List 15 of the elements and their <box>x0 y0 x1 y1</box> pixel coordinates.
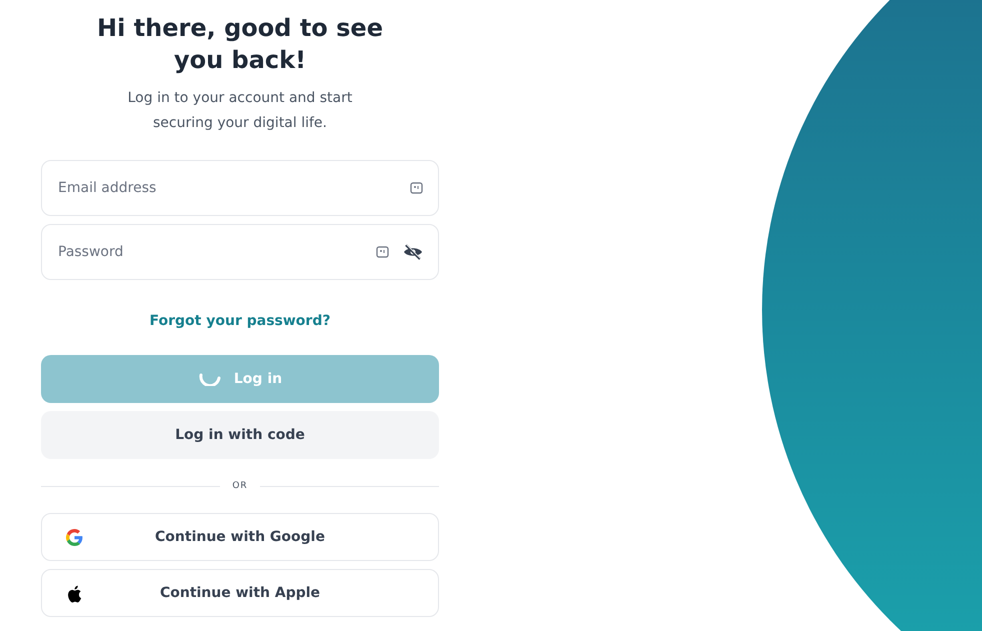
divider-label: OR <box>232 481 248 491</box>
google-button[interactable]: Continue with Google <box>41 513 439 561</box>
forgot-password-link[interactable]: Forgot your password? <box>150 313 330 329</box>
login-with-code-button[interactable]: Log in with code <box>41 411 439 459</box>
email-field[interactable]: Email address <box>41 160 439 216</box>
apple-button[interactable]: Continue with Apple <box>41 569 439 617</box>
google-logo-icon <box>66 529 83 546</box>
subtitle: Log in to your account and start securing your digital life. <box>126 89 354 133</box>
spinner-icon <box>198 372 222 386</box>
apple-logo-icon <box>66 585 82 603</box>
autofill-icon[interactable] <box>410 182 423 194</box>
eye-slash-icon[interactable] <box>403 244 423 260</box>
autofill-icon[interactable] <box>376 246 389 258</box>
password-field[interactable]: Password <box>41 224 439 280</box>
heading: Hi there, good to see you back! <box>96 13 384 76</box>
